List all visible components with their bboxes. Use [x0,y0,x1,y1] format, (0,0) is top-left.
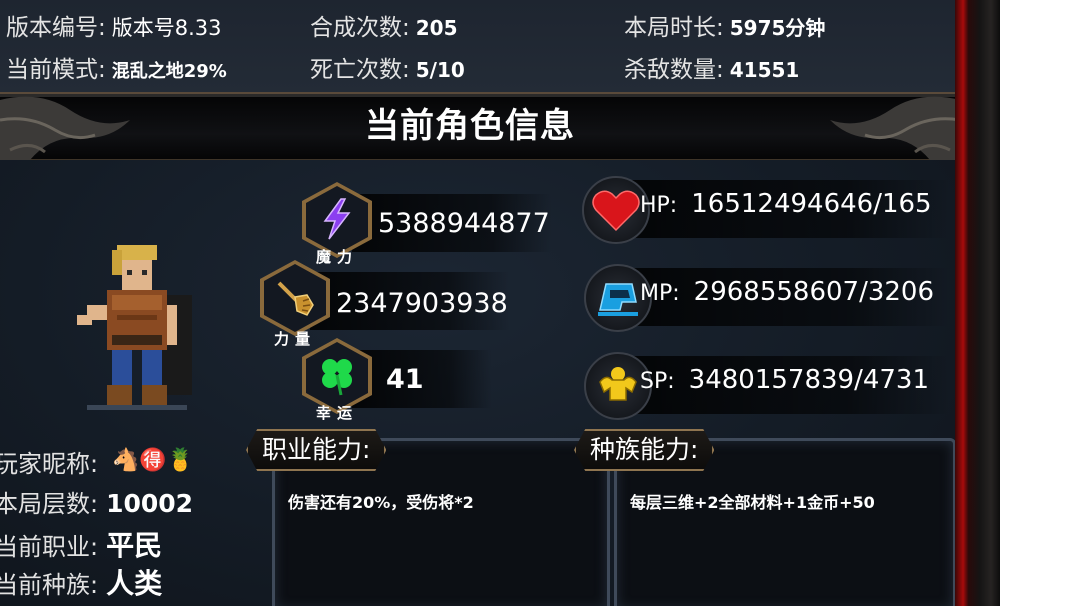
mana-icon [598,283,638,316]
game-screen: 版本编号: 版本号8.33 合成次数: 205 本局时长: 5975分钟 当前模式: 混… [0,0,1000,606]
nickname-label: 玩家昵称: [0,450,99,478]
strength-label: 力量 [274,330,317,348]
fist-icon [277,281,314,316]
stat-version: 版本编号: 版本号8.33 [6,8,222,42]
job-ability-title: 职业能力: [246,429,387,471]
strength-value: 2347903938 [336,288,508,319]
hp-row: HP: 16512494646/165 [640,189,952,233]
stat-kills-label: 杀敌数量: [624,57,724,83]
mp-row: MP: 2968558607/3206 [640,277,952,321]
lightning-icon [323,198,351,240]
luck-label: 幸运 [316,404,359,422]
floor-row: 本局层数: 10002 [0,484,193,519]
race-ability-text: 每层三维+2全部材料+1金币+50 [630,493,875,512]
nickname-row: 玩家昵称: [0,444,98,479]
stat-merges-value: 205 [415,16,458,40]
stat-merges-label: 合成次数: [310,15,410,41]
stat-mode: 当前模式: 混乱之地29% [6,50,227,84]
magic-value: 5388944877 [378,208,550,239]
stat-duration-value: 5975分钟 [729,16,826,40]
stat-mode-value: 混乱之地29% [111,61,227,82]
stat-duration-label: 本局时长: [624,15,724,41]
clover-icon [322,359,352,396]
muscle-icon [599,367,637,401]
page-title: 当前角色信息 [365,106,575,146]
mp-value: 2968558607/3206 [693,277,935,307]
stat-kills: 杀敌数量: 41551 [624,50,799,84]
race-ability-title: 种族能力: [574,429,715,471]
sp-row: SP: 3480157839/4731 [640,365,952,409]
mp-label: MP: [640,281,680,306]
stat-merges: 合成次数: 205 [310,8,458,42]
job-ability-text: 伤害还有20%，受伤将*2 [288,493,474,512]
stat-kills-value: 41551 [729,58,800,82]
hp-value: 16512494646/165 [691,189,932,219]
stat-deaths-value: 5/10 [415,58,465,82]
race-row: 当前种族: 人类 [0,562,162,602]
job-row: 当前职业: 平民 [0,524,162,564]
job-label: 当前职业: [0,533,99,561]
stat-duration: 本局时长: 5975分钟 [624,8,825,42]
stat-deaths-label: 死亡次数: [310,57,410,83]
magic-label: 魔力 [316,248,359,266]
sp-label: SP: [640,369,675,394]
character-sprite [77,245,192,410]
stat-version-value: 版本号8.33 [111,16,222,40]
race-label: 当前种族: [0,571,99,599]
heart-icon [592,190,640,232]
stat-version-label: 版本编号: [6,15,106,41]
hp-label: HP: [640,193,678,218]
sp-value: 3480157839/4731 [688,365,930,395]
race-value: 人类 [106,567,163,600]
job-value: 平民 [106,529,163,562]
floor-label: 本局层数: [0,490,99,518]
luck-value: 41 [386,364,424,395]
right-frame-border [955,0,1000,606]
stat-deaths: 死亡次数: 5/10 [310,50,465,84]
nickname-emojis: 🐴🉐🍍 [112,448,195,473]
floor-value: 10002 [106,489,194,518]
